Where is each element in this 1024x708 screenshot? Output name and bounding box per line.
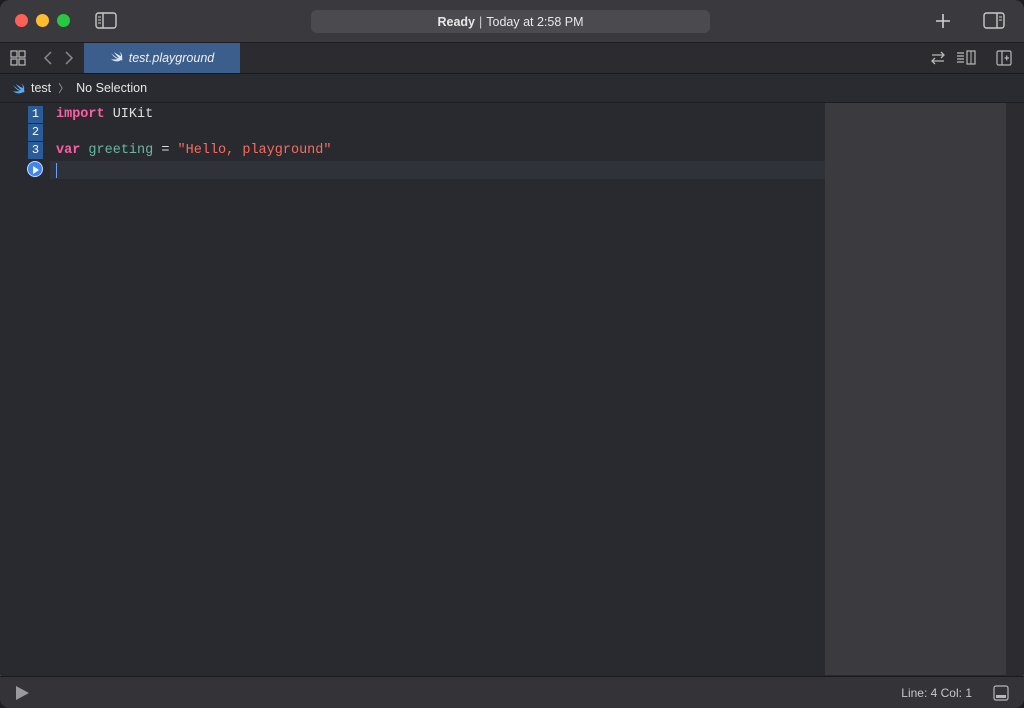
text-cursor bbox=[56, 163, 57, 178]
results-sidebar bbox=[825, 103, 1006, 675]
breadcrumb-chevron-icon: 〉 bbox=[58, 83, 70, 95]
plus-icon[interactable] bbox=[935, 13, 951, 29]
current-line-highlight bbox=[50, 161, 825, 179]
title-bar: Ready | Today at 2:58 PM bbox=[0, 0, 1024, 43]
close-window-button[interactable] bbox=[15, 14, 28, 27]
swap-icon[interactable] bbox=[930, 50, 946, 66]
code-line-1: import UIKit bbox=[56, 106, 153, 124]
keyword: import bbox=[56, 107, 105, 122]
jump-bar: test 〉 No Selection bbox=[0, 74, 1024, 103]
back-chevron-icon[interactable] bbox=[42, 50, 54, 66]
line-number[interactable]: 3 bbox=[28, 142, 43, 159]
line-number[interactable]: 1 bbox=[28, 106, 43, 123]
grid-icon[interactable] bbox=[10, 50, 26, 66]
breadcrumb-project[interactable]: test bbox=[31, 81, 51, 95]
breadcrumb-selection[interactable]: No Selection bbox=[76, 81, 147, 95]
code-line-3: var greeting = "Hello, playground" bbox=[56, 142, 331, 160]
editor-options-icon[interactable] bbox=[956, 50, 976, 66]
status-separator: | bbox=[479, 14, 483, 29]
swift-icon bbox=[12, 82, 25, 94]
line-gutter: 1 2 3 bbox=[0, 103, 50, 675]
right-edge-panel bbox=[1006, 103, 1024, 675]
forward-chevron-icon[interactable] bbox=[63, 50, 75, 66]
keyword: var bbox=[56, 143, 81, 158]
add-editor-icon[interactable] bbox=[996, 50, 1012, 66]
tab-test-playground[interactable]: test.playground bbox=[84, 43, 240, 73]
activity-status: Ready | Today at 2:58 PM bbox=[311, 10, 710, 33]
identifier: greeting bbox=[88, 143, 154, 158]
status-time: Today at 2:58 PM bbox=[486, 14, 584, 29]
minimize-window-button[interactable] bbox=[36, 14, 49, 27]
code-editor[interactable]: 1 2 3 import UIKit var greeting = "Hello… bbox=[0, 103, 825, 675]
swift-icon bbox=[110, 51, 123, 65]
inspector-toggle-icon[interactable] bbox=[983, 12, 1005, 29]
tab-bar: test.playground bbox=[0, 43, 1024, 74]
sidebar-toggle-icon[interactable] bbox=[95, 12, 117, 29]
status-ready: Ready bbox=[437, 14, 475, 29]
zoom-window-button[interactable] bbox=[57, 14, 70, 27]
operator: = bbox=[153, 143, 178, 158]
tab-label: test.playground bbox=[128, 51, 215, 65]
play-icon[interactable] bbox=[14, 685, 30, 701]
module-name: UIKit bbox=[104, 107, 154, 122]
cursor-position: Line: 4 Col: 1 bbox=[901, 686, 972, 700]
string-literal: "Hello, playground" bbox=[177, 143, 332, 158]
line-number[interactable]: 2 bbox=[28, 124, 43, 141]
run-marker-icon[interactable] bbox=[27, 161, 43, 177]
debug-area-icon[interactable] bbox=[993, 685, 1009, 701]
bottom-bar: Line: 4 Col: 1 bbox=[0, 676, 1024, 708]
xcode-window: Ready | Today at 2:58 PM test.playground bbox=[0, 0, 1024, 708]
